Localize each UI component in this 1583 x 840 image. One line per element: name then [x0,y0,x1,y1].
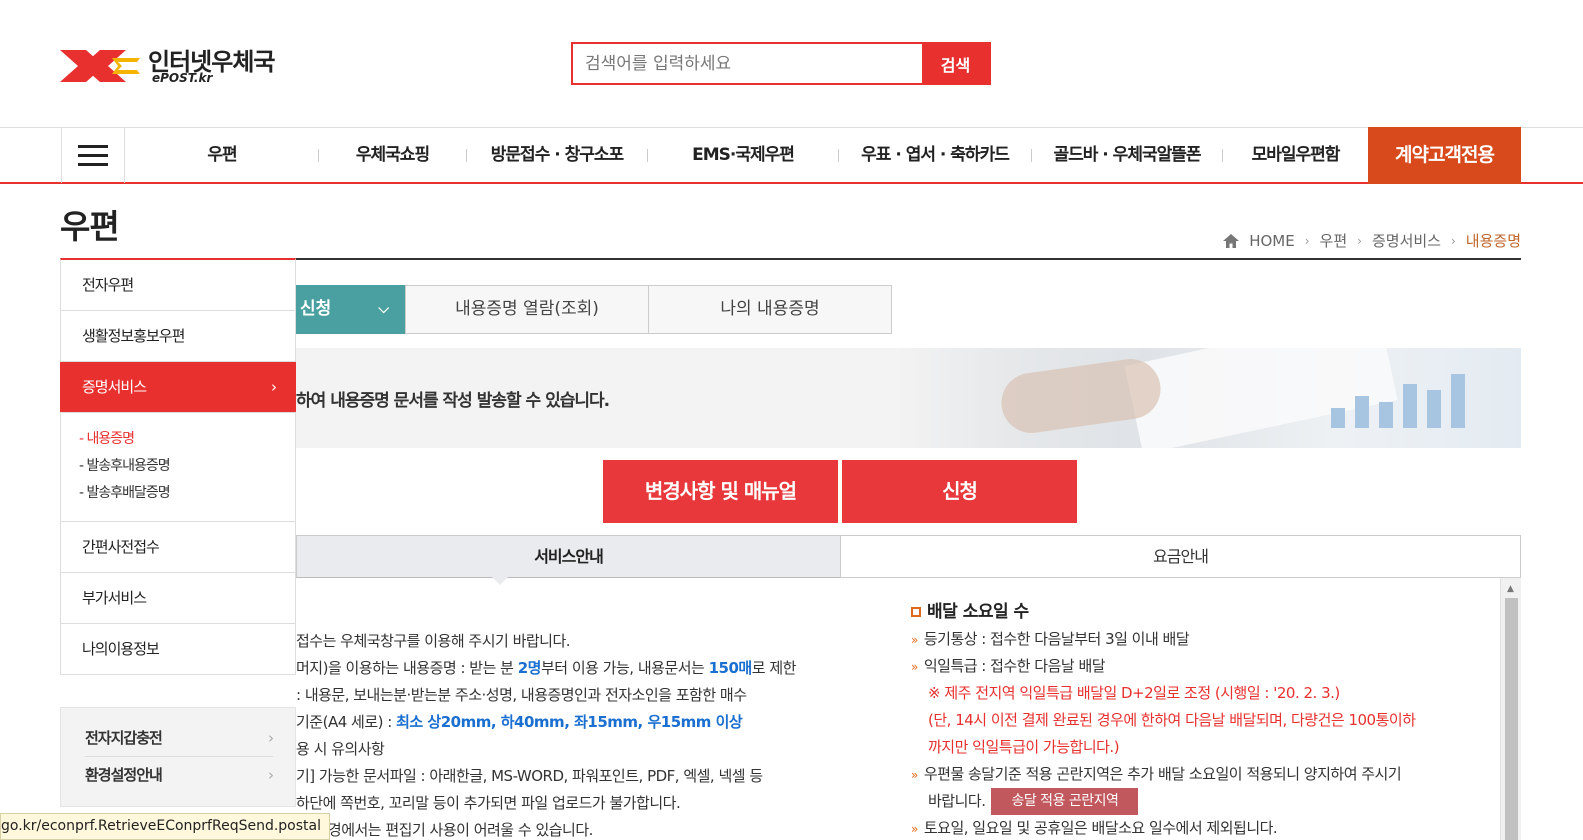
remote-area-notice: » 우편물 송달기준 적용 곤란지역은 추가 배달 소요일이 적용되니 양지하여 … [911,765,1402,783]
sidebar-item-my-usage[interactable]: 나의이용정보 [61,624,295,675]
square-bullet-icon [911,607,921,617]
info-line: 머지)을 이용하는 내용증명 : 받는 분 2명부터 이용 가능, 내용문서는 … [296,659,796,677]
gnb-item-mail[interactable]: 우편 [126,128,318,183]
info-line: 접수는 우체국창구를 이용해 주시기 바랍니다. [296,632,571,650]
tab-fee-info[interactable]: 요금안내 [840,535,1521,578]
arrow-bullet-icon: » [911,822,918,836]
tab-apply-label: 신청 [300,299,332,319]
side-nav: 전자우편 생활정보홍보우편 증명서비스 › - 내용증명 - 발송후내용증명 -… [60,258,296,675]
chevron-down-icon: ⌵ [378,301,389,317]
chevron-right-icon: › [268,766,274,784]
gnb-item-ems[interactable]: EMS·국제우편 [648,128,838,183]
quick-link-wallet[interactable]: 전자지갑충전 › [85,720,274,757]
service-info-left: 접수는 우체국창구를 이용해 주시기 바랍니다. 머지)을 이용하는 내용증명 … [296,628,856,840]
submenu-item-content-cert[interactable]: - 내용증명 [79,426,295,453]
sidebar-item-certification[interactable]: 증명서비스 › [60,362,296,413]
page-title: 우편 [60,207,120,246]
gnb-item-stamps[interactable]: 우표 · 엽서 · 축하카드 [839,128,1031,183]
delivery-row: » 익일특급 : 접수한 다음날 배달 [911,657,1106,675]
sidebar-item-extra-services[interactable]: 부가서비스 [61,573,295,624]
jeju-notice: 까지만 익일특급이 가능합니다.) [928,738,1120,756]
breadcrumb-current: 내용증명 [1465,232,1521,250]
breadcrumb-cert[interactable]: 증명서비스 [1372,230,1441,251]
tab-apply-dropdown[interactable]: 신청 ⌵ [296,285,405,334]
submenu-item-post-delivery-cert[interactable]: - 발송후배달증명 [79,480,295,507]
hamburger-menu-icon[interactable] [61,128,125,183]
search-box: 검색 [571,42,991,85]
info-line: 용 시 유의사항 [296,740,385,758]
info-line: : 내용문, 보내는분·받는분 주소·성명, 내용증명인과 전자소인을 포함한 … [296,686,747,704]
banner-text: 하여 내용증명 문서를 작성 발송할 수 있습니다. [296,391,610,411]
tab-service-info[interactable]: 서비스안내 [296,535,841,578]
chevron-right-icon: › [1357,233,1362,248]
gnb-item-goldbar[interactable]: 골드바 · 우체국알뜰폰 [1032,128,1222,183]
post-logo-icon [60,50,142,82]
browser-status-url: go.kr/econprf.RetrieveEConprfReqSend.pos… [0,813,330,840]
chevron-right-icon: › [1450,233,1456,248]
chevron-right-icon: › [268,729,274,747]
weekend-notice: » 토요일, 일요일 및 공휴일은 배달소요 일수에서 제외됩니다. [911,819,1278,837]
logo-subtitle: ePOST.kr [152,71,213,85]
scrollbar-thumb[interactable] [1505,598,1518,840]
breadcrumb-mail[interactable]: 우편 [1320,230,1348,251]
quick-links: 전자지갑충전 › 환경설정안내 › [60,707,296,807]
tab-view-certification[interactable]: 내용증명 열람(조회) [405,285,649,334]
gnb-item-visit-pickup[interactable]: 방문접수 · 창구소포 [467,128,647,183]
breadcrumb-home[interactable]: HOME [1249,232,1295,250]
sidebar-item-label: 증명서비스 [82,378,147,396]
arrow-bullet-icon: » [911,633,918,647]
sidebar-item-life-info-mail[interactable]: 생활정보홍보우편 [61,311,295,362]
info-line: 기] 가능한 문서파일 : 아래한글, MS-WORD, 파워포인트, PDF,… [296,767,763,785]
search-input[interactable] [573,44,922,83]
active-tab-caret [492,577,508,585]
info-line: 하단에 쪽번호, 꼬리말 등이 추가되면 파일 업로드가 불가합니다. [296,794,681,812]
delivery-days-heading: 배달 소요일 수 [911,598,1491,626]
apply-button[interactable]: 신청 [842,460,1077,523]
contract-customer-button[interactable]: 계약고객전용 [1368,127,1521,184]
arrow-bullet-icon: » [911,660,918,674]
home-icon [1223,233,1240,248]
breadcrumb: HOME › 우편 › 증명서비스 › 내용증명 [1223,230,1521,251]
jeju-notice: ※ 제주 전지역 익일특급 배달일 D+2일로 조정 (시행일 : '20. 2… [928,684,1340,702]
gnb-item-mobile-mailbox[interactable]: 모바일우편함 [1223,128,1368,183]
info-line: E) 환경에서는 편집기 사용이 어려울 수 있습니다. [296,821,593,839]
scroll-up-icon[interactable]: ▲ [1507,584,1514,594]
global-nav: 우편 우체국쇼핑 방문접수 · 창구소포 EMS·국제우편 우표 · 엽서 · … [0,127,1583,184]
sidebar-item-email[interactable]: 전자우편 [61,260,295,311]
banner-photo [896,348,1521,448]
quick-link-settings-guide[interactable]: 환경설정안내 › [85,757,274,794]
info-line: 기준(A4 세로) : 최소 상20mm, 하40mm, 좌15mm, 우15m… [296,713,743,731]
sidebar-item-easy-pickup[interactable]: 간편사전접수 [61,522,295,573]
service-banner: 하여 내용증명 문서를 작성 발송할 수 있습니다. [296,348,1521,448]
remote-area-notice-cont: 바랍니다. 송달 적용 곤란지역 [911,788,1491,815]
submenu-item-post-content-cert[interactable]: - 발송후내용증명 [79,453,295,480]
epost-logo[interactable]: 인터넷우체국 ePOST.kr [60,40,300,90]
sidebar-submenu: - 내용증명 - 발송후내용증명 - 발송후배달증명 [61,413,295,522]
delivery-days-section: 배달 소요일 수 » 등기통상 : 접수한 다음날부터 3일 이내 배달 » 익일특… [911,598,1491,840]
delivery-row: » 등기통상 : 접수한 다음날부터 3일 이내 배달 [911,630,1190,648]
content-scrollbar[interactable]: ▲ [1500,578,1521,840]
tab-my-certification[interactable]: 나의 내용증명 [648,285,892,334]
title-divider [296,258,1521,260]
gnb-item-shopping[interactable]: 우체국쇼핑 [319,128,466,183]
remote-area-button[interactable]: 송달 적용 곤란지역 [991,788,1139,815]
search-button[interactable]: 검색 [922,44,989,83]
chevron-right-icon: › [271,378,277,396]
jeju-notice: (단, 14시 이전 결제 완료된 경우에 한하여 다음날 배달되며, 다량건은… [928,711,1416,729]
arrow-bullet-icon: » [911,768,918,782]
manual-button[interactable]: 변경사항 및 매뉴얼 [603,460,838,523]
chevron-right-icon: › [1304,233,1310,248]
